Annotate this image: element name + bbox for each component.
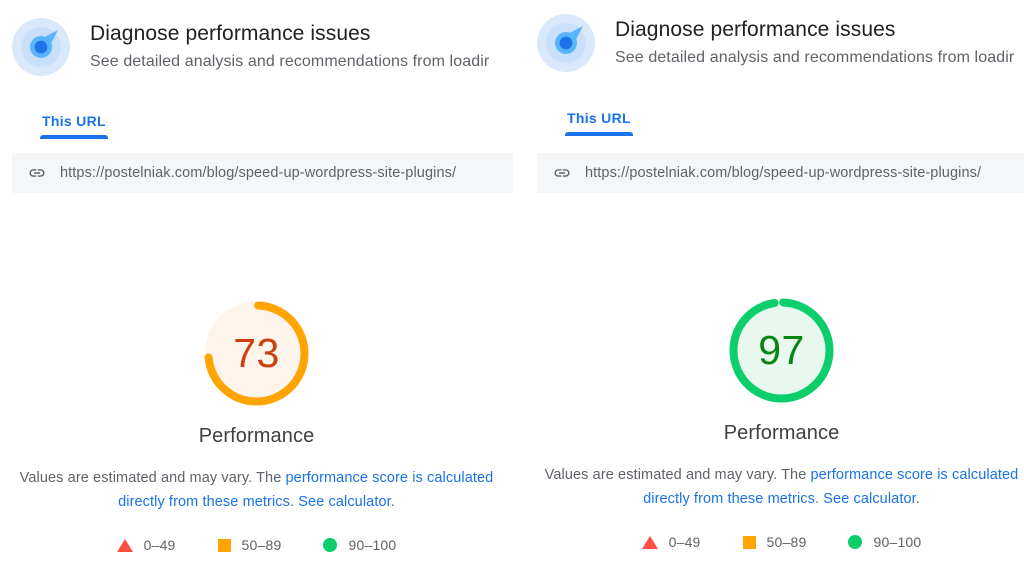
gauge-label: Performance — [723, 422, 840, 444]
score-disclaimer: Values are estimated and may vary. The p… — [525, 463, 1024, 511]
legend-item: 90–100 — [323, 537, 396, 553]
page-subtitle: See detailed analysis and recommendation… — [90, 53, 490, 70]
performance-gauge-block: 97 Performance — [525, 293, 1024, 445]
circle-green-icon — [848, 535, 863, 549]
square-orange-icon — [217, 538, 231, 552]
link-icon — [553, 164, 571, 182]
tab-label: This URL — [567, 110, 631, 126]
legend-range: 90–100 — [348, 537, 397, 553]
panel-header: Diagnose performance issues See detailed… — [537, 14, 1014, 72]
pagespeed-panel-left: Diagnose performance issues See detailed… — [0, 0, 513, 573]
tab-this-url[interactable]: This URL — [40, 113, 108, 139]
pagespeed-panel-right: Diagnose performance issues See detailed… — [525, 0, 1024, 573]
circle-green-icon — [323, 538, 338, 552]
url-bar[interactable]: https://postelniak.com/blog/speed-up-wor… — [12, 153, 513, 193]
disclaimer-part1: Values are estimated and may vary. The — [19, 470, 286, 486]
legend-range: 50–89 — [241, 537, 282, 553]
tab-active-indicator — [565, 132, 633, 136]
page-title: Diagnose performance issues — [615, 18, 896, 41]
page-subtitle: See detailed analysis and recommendation… — [615, 49, 1015, 66]
header-text-block: Diagnose performance issues See detailed… — [615, 14, 1014, 70]
disclaimer-part1: Values are estimated and may vary. The — [544, 467, 811, 483]
gauge-label: Performance — [198, 425, 315, 447]
header-text-block: Diagnose performance issues See detailed… — [90, 18, 489, 74]
see-calculator-link[interactable]: See calculator — [298, 494, 391, 510]
square-orange-icon — [742, 535, 756, 549]
legend-item: 90–100 — [848, 534, 921, 550]
page-title: Diagnose performance issues — [90, 22, 371, 45]
tabstrip: This URL — [565, 110, 633, 136]
url-text: https://postelniak.com/blog/speed-up-wor… — [60, 165, 457, 181]
pagespeed-insights-icon — [12, 18, 70, 76]
legend-item: 50–89 — [742, 534, 807, 550]
score-legend: 0–49 50–89 90–100 — [0, 537, 513, 553]
score-disclaimer: Values are estimated and may vary. The p… — [0, 466, 513, 514]
legend-range: 0–49 — [668, 534, 701, 550]
see-calculator-link[interactable]: See calculator — [823, 491, 916, 507]
pagespeed-insights-icon — [537, 14, 595, 72]
screenshot-stage: Diagnose performance issues See detailed… — [0, 0, 1024, 573]
legend-range: 50–89 — [766, 534, 807, 550]
link-icon — [28, 164, 46, 182]
panel-header: Diagnose performance issues See detailed… — [12, 18, 489, 76]
gauge-score: 97 — [758, 327, 805, 373]
performance-gauge-block: 73 Performance — [0, 296, 513, 448]
tab-label: This URL — [42, 113, 106, 129]
url-bar[interactable]: https://postelniak.com/blog/speed-up-wor… — [537, 153, 1024, 193]
legend-item: 0–49 — [116, 537, 176, 553]
disclaimer-part3: . — [390, 494, 395, 510]
tabstrip: This URL — [40, 113, 108, 139]
legend-item: 0–49 — [641, 534, 701, 550]
url-text: https://postelniak.com/blog/speed-up-wor… — [585, 165, 982, 181]
performance-gauge: 73 — [199, 296, 314, 411]
legend-item: 50–89 — [217, 537, 282, 553]
gauge-score: 73 — [233, 330, 280, 376]
performance-gauge: 97 — [724, 293, 839, 408]
disclaimer-part3: . — [915, 491, 920, 507]
score-legend: 0–49 50–89 90–100 — [525, 534, 1024, 550]
tab-active-indicator — [40, 135, 108, 139]
legend-range: 90–100 — [873, 534, 922, 550]
tab-this-url[interactable]: This URL — [565, 110, 633, 136]
legend-range: 0–49 — [143, 537, 176, 553]
triangle-red-icon — [641, 535, 658, 549]
triangle-red-icon — [116, 538, 133, 552]
